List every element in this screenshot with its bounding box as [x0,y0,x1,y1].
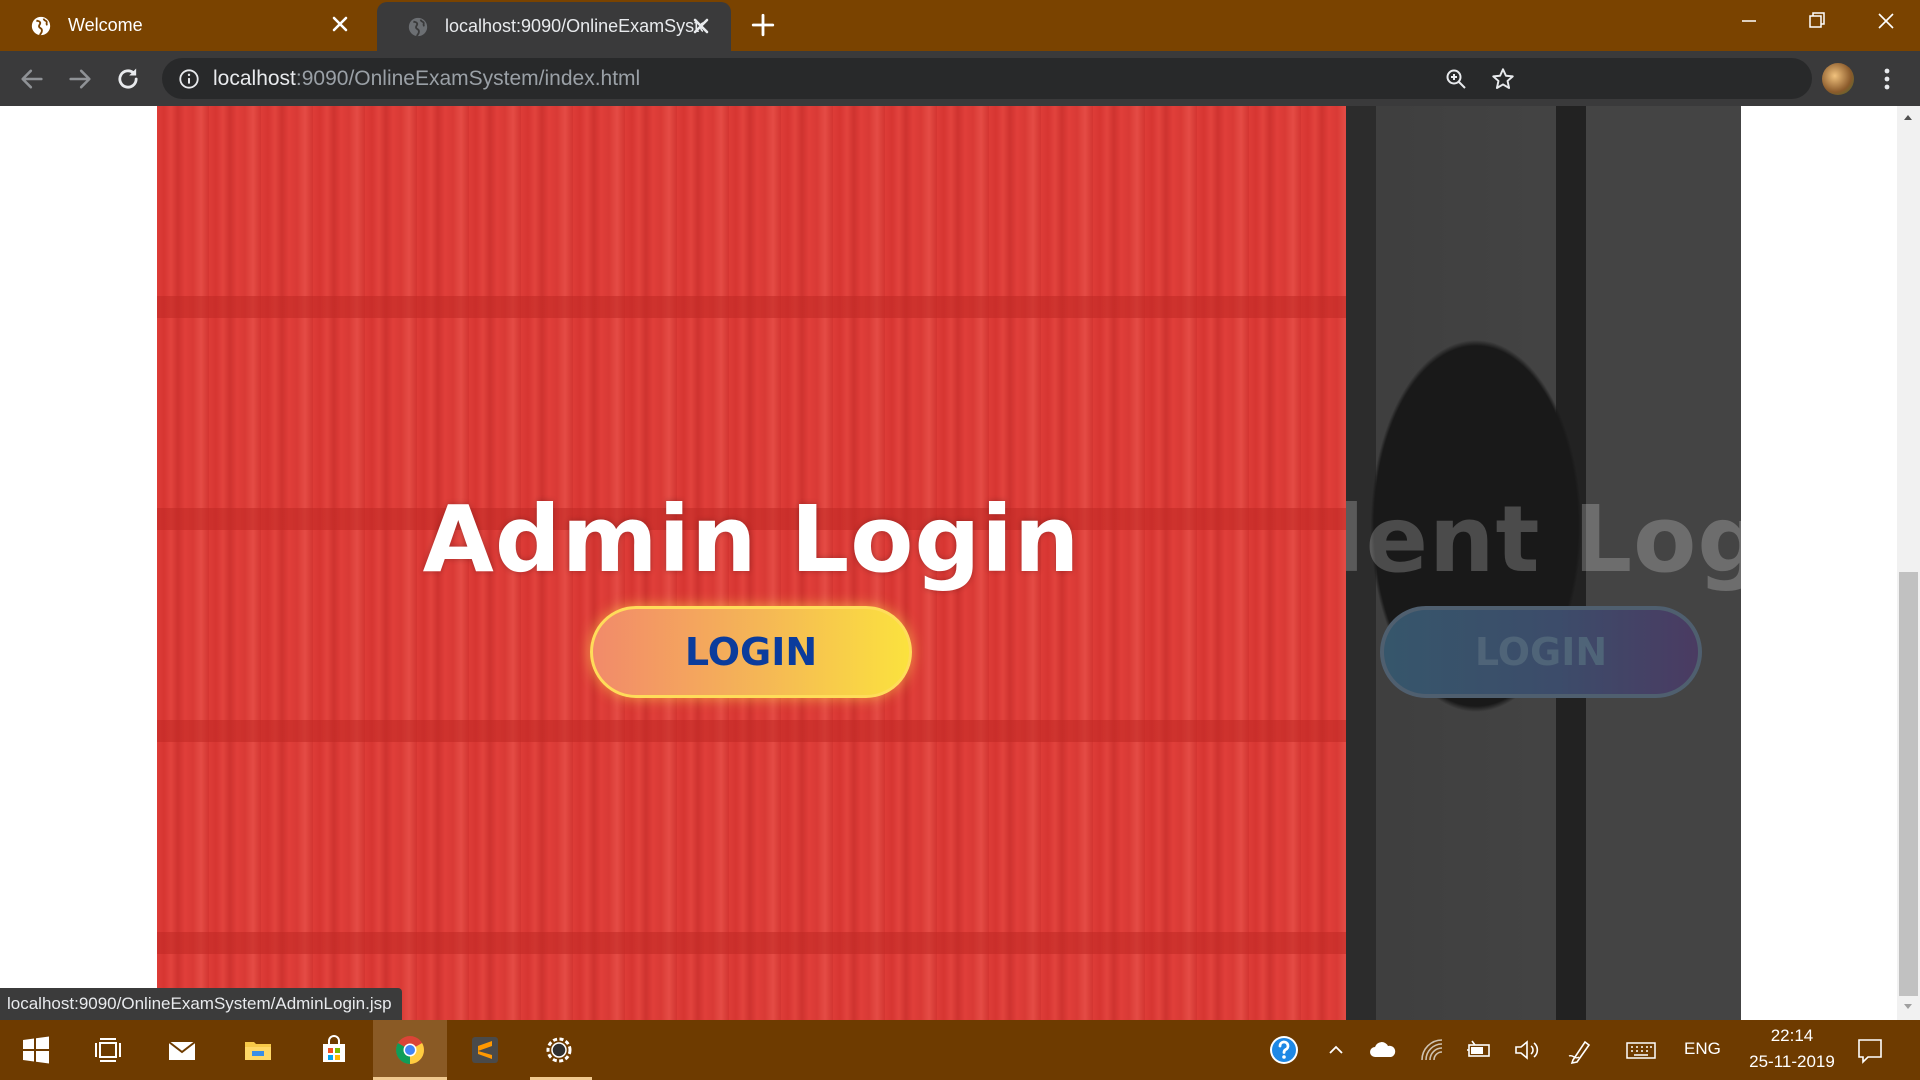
pen-workspace-icon[interactable] [1565,1034,1597,1066]
url-text[interactable]: localhost:9090/OnlineExamSystem/index.ht… [213,67,640,91]
tab-title: Welcome [68,15,143,35]
page-viewport: Admin Login LOGIN Student Login LOGIN [0,106,1897,1020]
clock-time[interactable]: 22:14 [1760,1026,1824,1046]
back-icon[interactable] [18,65,46,93]
settings-app-icon[interactable] [543,1034,575,1066]
clock-date[interactable]: 25-11-2019 [1735,1052,1849,1072]
store-icon[interactable] [318,1034,350,1066]
scroll-down-arrow-icon[interactable] [1900,998,1916,1014]
browser-toolbar: localhost:9090/OnlineExamSystem/index.ht… [0,51,1920,106]
start-icon[interactable] [20,1034,52,1066]
volume-icon[interactable] [1511,1034,1543,1066]
url-path: :9090/OnlineExamSystem/index.html [295,67,641,90]
admin-panel: Admin Login LOGIN [157,106,1346,1020]
bookmark-star-icon[interactable] [1490,66,1516,92]
url-host: localhost [213,67,296,90]
notification-center-icon[interactable] [1854,1034,1886,1066]
scroll-up-arrow-icon[interactable] [1900,110,1916,126]
scrollbar-thumb[interactable] [1899,572,1918,996]
mail-icon[interactable] [166,1034,198,1066]
sublime-text-icon[interactable] [469,1034,501,1066]
more-menu-icon[interactable] [1878,65,1896,93]
globe-icon [408,17,428,36]
help-icon[interactable] [1268,1034,1300,1066]
onedrive-cloud-icon[interactable] [1367,1034,1399,1066]
forward-icon[interactable] [66,65,94,93]
chrome-icon[interactable] [394,1034,426,1066]
info-icon[interactable] [178,68,200,90]
battery-icon[interactable] [1463,1034,1495,1066]
profile-avatar[interactable] [1822,63,1854,95]
minimize-icon[interactable] [1720,0,1776,42]
touch-keyboard-icon[interactable] [1625,1034,1657,1066]
student-panel: Student Login LOGIN [1346,106,1741,1020]
reload-icon[interactable] [114,65,142,93]
close-window-icon[interactable] [1858,0,1914,42]
task-view-icon[interactable] [92,1034,124,1066]
file-explorer-icon[interactable] [242,1034,274,1066]
tab-index[interactable]: localhost:9090/OnlineExamSystem/index.ht… [377,2,731,51]
admin-login-title: Admin Login [422,486,1081,593]
student-login-title: Student Login [1346,486,1741,593]
new-tab-icon[interactable] [750,12,776,38]
address-bar[interactable]: localhost:9090/OnlineExamSystem/index.ht… [162,58,1812,99]
restore-icon[interactable] [1788,0,1844,42]
language-indicator[interactable]: ENG [1684,1039,1721,1059]
browser-titlebar: Welcome localhost:9090/OnlineExamSystem/… [0,0,1920,51]
windows-taskbar: ENG 22:14 25-11-2019 [0,1020,1920,1080]
tab-welcome[interactable]: Welcome [0,0,370,51]
close-tab-icon[interactable] [689,14,713,38]
link-status-bubble: localhost:9090/OnlineExamSystem/AdminLog… [0,988,402,1020]
student-login-button[interactable]: LOGIN [1380,606,1702,698]
tab-title: localhost:9090/OnlineExamSystem/index.ht… [445,16,703,36]
wifi-icon[interactable] [1416,1034,1448,1066]
close-tab-icon[interactable] [328,12,352,36]
chevron-up-icon[interactable] [1320,1034,1352,1066]
zoom-icon[interactable] [1444,67,1468,91]
globe-icon [31,16,51,35]
admin-login-button[interactable]: LOGIN [590,606,912,698]
